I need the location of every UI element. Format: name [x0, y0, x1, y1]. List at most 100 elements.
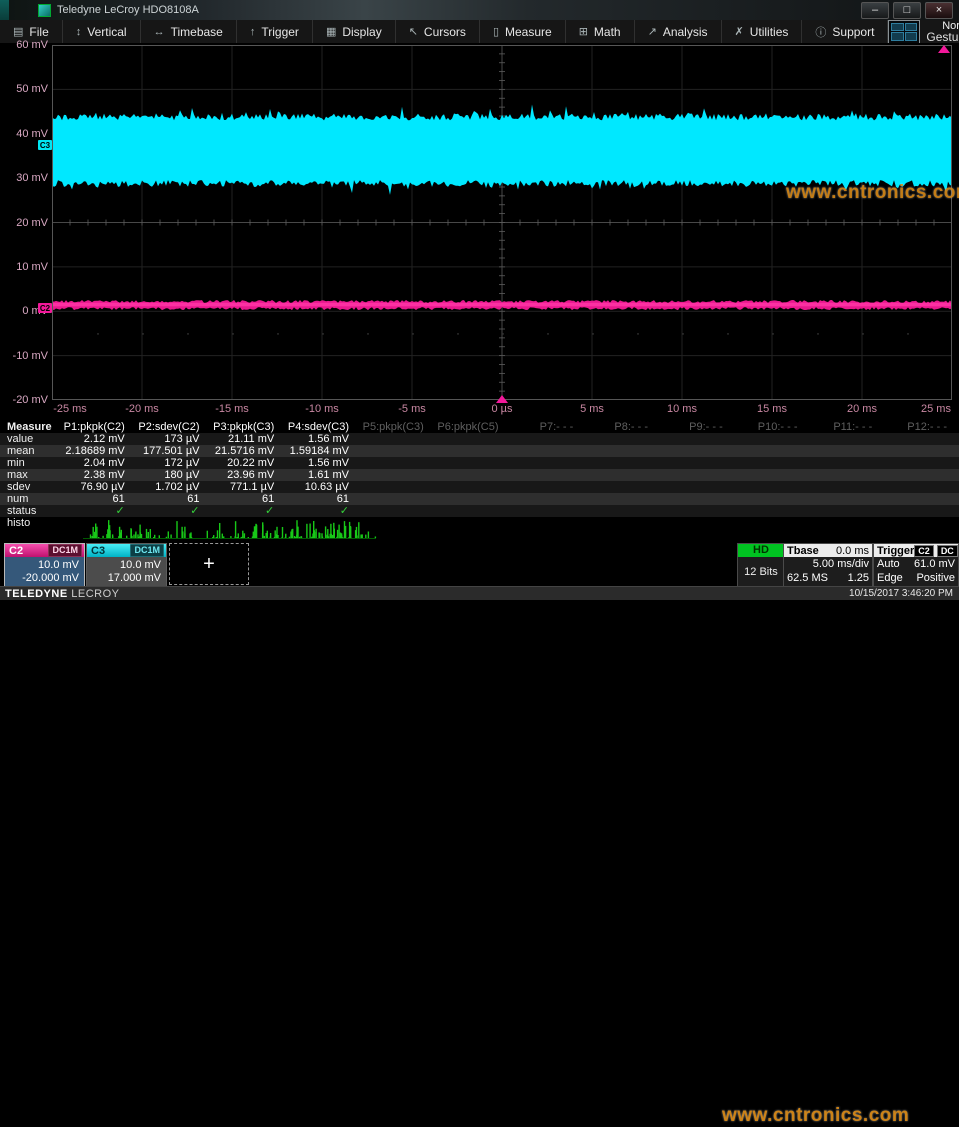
measure-value: 1.56 mV — [286, 457, 361, 469]
channel-marker-c2[interactable]: C2 — [38, 303, 52, 313]
menu-item-label: Support — [832, 25, 874, 39]
file-icon: ▤ — [13, 25, 23, 38]
measure-column-header[interactable]: P4:sdev(C3) — [286, 421, 361, 433]
y-axis-label: 30 mV — [2, 172, 48, 184]
measure-value: 21.5716 mV — [212, 445, 287, 457]
trigger-level-marker[interactable] — [938, 45, 950, 53]
status-check: ✓ — [212, 505, 287, 517]
timebase-rate: 1.25 — [848, 571, 869, 585]
trigger-box[interactable]: Trigger C2 DC Auto 61.0 mV Edge Positive — [873, 543, 959, 587]
menu-item-cursors[interactable]: ↖Cursors — [396, 20, 480, 43]
timebase-samples: 62.5 MS — [787, 571, 828, 585]
trigger-slope: Positive — [916, 571, 955, 585]
measure-header-row: MeasureP1:pkpk(C2)P2:sdev(C2)P3:pkpk(C3)… — [0, 420, 959, 433]
measure-value: 1.59184 mV — [286, 445, 361, 457]
measure-row-num: num61616161 — [0, 493, 959, 505]
x-axis-label: 10 ms — [667, 403, 697, 415]
measure-column-header[interactable]: P7:- - - — [511, 421, 586, 433]
measure-column-header[interactable]: P12:- - - — [884, 421, 959, 433]
measure-value: 2.18689 mV — [62, 445, 137, 457]
menu-item-math[interactable]: ⊞ Math — [566, 20, 635, 43]
status-check: ✓ — [286, 505, 361, 517]
bits-label: 12 Bits — [738, 557, 784, 586]
x-axis-label: -5 ms — [398, 403, 426, 415]
close-button[interactable]: × — [925, 2, 953, 19]
measure-column-header[interactable]: P11:- - - — [810, 421, 885, 433]
measure-value: 61 — [212, 493, 287, 505]
measure-value: 10.63 µV — [286, 481, 361, 493]
maximize-button[interactable]: □ — [893, 2, 921, 19]
channel-c2-offset: -20.000 mV — [22, 572, 79, 585]
measure-value: 2.12 mV — [62, 433, 137, 445]
x-axis-label: -15 ms — [215, 403, 249, 415]
trigger-label: Trigger — [877, 545, 914, 557]
grid-layout-icon[interactable] — [888, 20, 920, 44]
hd-mode-box[interactable]: HD 12 Bits — [737, 543, 785, 587]
x-axis-label: -25 ms — [53, 403, 87, 415]
histogram-row: histo — [0, 517, 959, 541]
hd-badge: HD — [738, 544, 784, 557]
analysis-icon: ↗ — [648, 25, 657, 38]
menu-item-trigger[interactable]: ↑Trigger — [237, 20, 313, 43]
timebase-box[interactable]: Tbase 0.0 ms 5.00 ms/div 62.5 MS 1.25 — [783, 543, 873, 587]
measure-column-header[interactable]: P8:- - - — [585, 421, 660, 433]
measure-row-mean: mean2.18689 mV177.501 µV21.5716 mV1.5918… — [0, 445, 959, 457]
menu-item-label: Math — [594, 25, 621, 39]
scope-grid — [52, 45, 952, 401]
trigger-time-marker[interactable] — [496, 395, 508, 403]
measure-row-status: status✓✓✓✓ — [0, 505, 959, 517]
menu-item-analysis[interactable]: ↗ Analysis — [635, 20, 722, 43]
measure-value: 61 — [137, 493, 212, 505]
menu-item-timebase[interactable]: ↔Timebase — [141, 20, 237, 43]
minimize-button[interactable]: – — [861, 2, 889, 19]
measure-column-header[interactable]: P2:sdev(C2) — [137, 421, 212, 433]
x-axis-label: -10 ms — [305, 403, 339, 415]
menu-item-display[interactable]: ▦Display — [313, 20, 396, 43]
measure-column-header[interactable]: P6:pkpk(C5) — [436, 421, 511, 433]
add-channel-button[interactable]: + — [169, 543, 249, 585]
gesture-button[interactable]: Gesture — [926, 32, 959, 43]
app-corner-swatch — [0, 0, 9, 20]
channel-c2-vdiv: 10.0 mV — [38, 559, 79, 572]
measure-column-header[interactable]: P1:pkpk(C2) — [62, 421, 137, 433]
menu-item-label: Utilities — [750, 25, 789, 39]
status-check: ✓ — [62, 505, 137, 517]
measure-value: 177.501 µV — [137, 445, 212, 457]
measure-value: 1.702 µV — [137, 481, 212, 493]
channel-c3-offset: 17.000 mV — [108, 572, 161, 585]
menu-item-utilities[interactable]: ✗Utilities — [722, 20, 803, 43]
check-icon: ✓ — [265, 505, 274, 517]
menu-item-measure[interactable]: ▯Measure — [480, 20, 566, 43]
channel-box-c3[interactable]: C3 DC1M 10.0 mV 17.000 mV — [86, 543, 167, 587]
status-bar: TELEDYNE LECROY 10/15/2017 3:46:20 PM — [0, 586, 959, 600]
waveform-display[interactable]: 60 mV50 mV40 mV30 mV20 mV10 mV0 mV-10 mV… — [0, 43, 959, 420]
menu-item-label: Measure — [505, 25, 552, 39]
measure-row-label: mean — [0, 445, 62, 457]
timebase-icon: ↔ — [154, 26, 165, 38]
math-icon: ⊞ — [579, 25, 588, 38]
menu-item-label: Analysis — [663, 25, 708, 39]
menu-item-label: Cursors — [424, 25, 466, 39]
measure-column-header[interactable]: P9:- - - — [660, 421, 735, 433]
menu-bar: ▤File↕Vertical↔Timebase↑Trigger▦Display↖… — [0, 20, 959, 44]
brand-logo: TELEDYNE LECROY — [0, 588, 120, 600]
measure-column-header[interactable]: P10:- - - — [735, 421, 810, 433]
vertical-icon: ↕ — [76, 26, 82, 38]
timebase-delay: 0.0 ms — [836, 545, 869, 557]
trigger-type: Edge — [877, 571, 903, 585]
trigger-mode: Auto — [877, 557, 900, 571]
measure-title: Measure — [0, 421, 62, 433]
channel-marker-c3[interactable]: C3 — [38, 140, 52, 150]
measure-column-header[interactable]: P3:pkpk(C3) — [212, 421, 287, 433]
menu-item-support[interactable]: ⓘ Support — [802, 20, 888, 43]
x-axis-label: 0 µs — [491, 403, 512, 415]
window-title: Teledyne LeCroy HDO8108A — [57, 4, 199, 16]
watermark-bottom: www.cntronics.com — [722, 1105, 909, 1127]
measure-row-label: sdev — [0, 481, 62, 493]
channel-c2-label: C2 — [5, 545, 48, 557]
support-icon: ⓘ — [815, 24, 826, 40]
measure-value: 180 µV — [137, 469, 212, 481]
channel-box-c2[interactable]: C2 DC1M 10.0 mV -20.000 mV — [4, 543, 85, 587]
measure-column-header[interactable]: P5:pkpk(C3) — [361, 421, 436, 433]
menu-item-vertical[interactable]: ↕Vertical — [63, 20, 141, 43]
